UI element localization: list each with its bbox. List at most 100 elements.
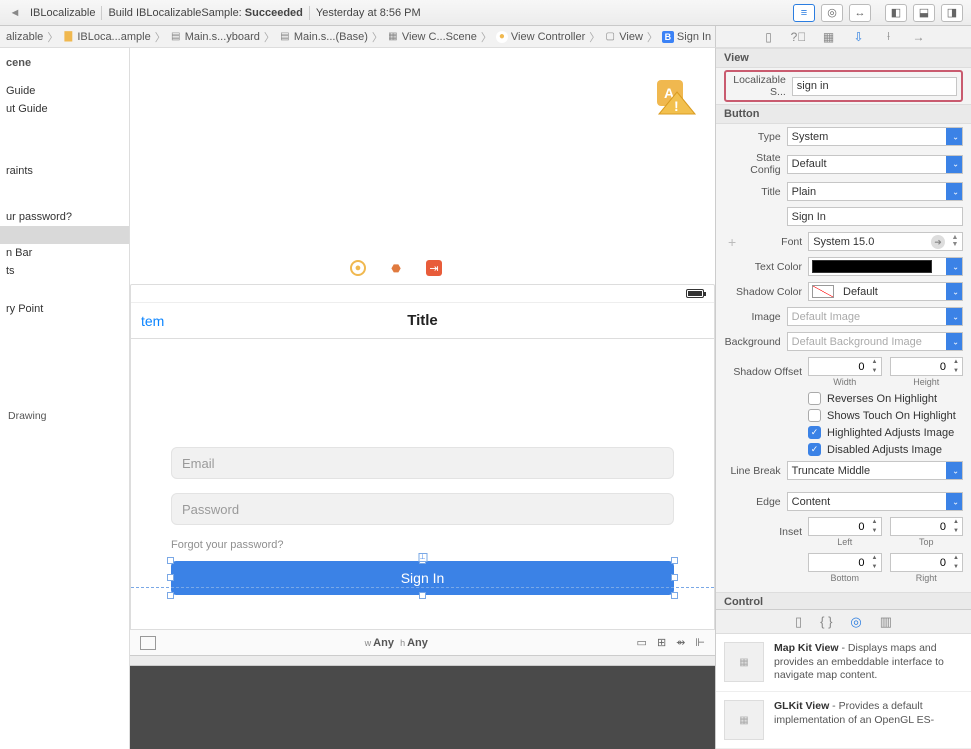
identity-inspector-icon[interactable]: ▦ (821, 29, 837, 45)
debug-area[interactable] (130, 665, 715, 749)
back-arrow-icon[interactable]: ◄ (8, 7, 22, 19)
library-tabs: ▯ { } ◎ ▥ (716, 609, 971, 633)
divider (309, 6, 310, 20)
inspector-panel: View Localizable S... Button Type System… (715, 48, 971, 749)
exit-dock-icon[interactable]: ⇥ (426, 260, 442, 276)
scene-dock[interactable]: ● ⬣ ⇥ (350, 260, 442, 276)
password-field[interactable]: Password (171, 493, 674, 525)
outline-row[interactable]: ts (0, 262, 129, 280)
edge-select[interactable]: Content⌄ (787, 492, 963, 511)
localizable-string-highlight: Localizable S... (724, 70, 963, 102)
code-snippet-lib-icon[interactable]: { } (820, 614, 832, 629)
control-section-header: Control (716, 592, 971, 609)
view-icon: ▢ (604, 31, 616, 43)
build-timestamp: Yesterday at 8:56 PM (316, 7, 421, 19)
image-select[interactable]: Default Image⌄ (787, 307, 963, 326)
mapkit-icon: ▦ (724, 642, 764, 682)
divider (101, 6, 102, 20)
top-toolbar: ◄ IBLocalizable Build IBLocalizableSampl… (0, 0, 971, 26)
outline-row[interactable]: raints (0, 162, 129, 180)
outline-toggle-icon[interactable] (140, 636, 156, 650)
object-lib-icon[interactable]: ◎ (850, 614, 861, 630)
outline-row-selected[interactable] (0, 226, 129, 244)
quickhelp-inspector-icon[interactable]: ?⃝ (791, 29, 807, 45)
ib-canvas[interactable]: A ! ● ⬣ ⇥ tem Title Email Passwor (130, 48, 715, 629)
assistant-editor-icon[interactable]: ◎ (821, 4, 843, 22)
localization-warning-icon: A ! (655, 78, 699, 116)
state-config-select[interactable]: Default⌄ (787, 155, 963, 174)
svg-text:!: ! (674, 98, 679, 114)
storyboard-icon: ▤ (170, 31, 182, 43)
outline-row[interactable]: ur password? (0, 208, 129, 226)
email-field[interactable]: Email (171, 447, 674, 479)
battery-icon (686, 289, 704, 298)
localizable-string-input[interactable] (792, 77, 957, 96)
library-item[interactable]: ▦ GLKit View - Provides a default implem… (716, 692, 971, 749)
build-status: IBLocalizable Build IBLocalizableSample:… (30, 6, 785, 20)
status-bar (131, 285, 714, 303)
title-mode-select[interactable]: Plain⌄ (787, 182, 963, 201)
disabled-adjusts-checkbox[interactable]: ✓ (808, 443, 821, 456)
outline-row[interactable]: Guide (0, 82, 129, 100)
button-icon: B (662, 31, 674, 43)
highlighted-adjusts-checkbox[interactable]: ✓ (808, 426, 821, 439)
object-library[interactable]: ▦ Map Kit View - Displays maps and provi… (716, 633, 971, 749)
outline-scene-heading[interactable]: cene (0, 54, 129, 72)
attributes-inspector-icon[interactable]: ⇩ (851, 29, 867, 45)
outline-row[interactable]: n Bar (0, 244, 129, 262)
jump-bar[interactable]: alizable〉 ▇IBLoca...ample〉 ▤Main.s...ybo… (0, 26, 715, 48)
reverses-checkbox[interactable] (808, 392, 821, 405)
shadow-color-well[interactable]: Default⌄ (808, 282, 963, 301)
navigation-bar[interactable]: tem Title (131, 303, 714, 339)
font-add-icon[interactable]: + (724, 234, 740, 250)
size-class-control[interactable]: wAny hAny (365, 637, 428, 649)
text-color-well[interactable]: ⌄ (808, 257, 963, 276)
nav-back-item[interactable]: tem (141, 313, 164, 329)
viewcontroller-dock-icon[interactable]: ● (350, 260, 366, 276)
canvas-column: A ! ● ⬣ ⇥ tem Title Email Passwor (130, 48, 715, 749)
right-panel-toggle-icon[interactable]: ◨ (941, 4, 963, 22)
editor-gap (130, 655, 715, 665)
view-section-header: View (716, 48, 971, 68)
viewcontroller-icon: ● (496, 31, 508, 43)
firstresponder-dock-icon[interactable]: ⬣ (388, 260, 404, 276)
type-select[interactable]: System⌄ (787, 127, 963, 146)
media-lib-icon[interactable]: ▥ (880, 614, 892, 630)
resize-tool-icon[interactable]: ⊩ (695, 636, 705, 649)
connections-inspector-icon[interactable]: → (911, 29, 927, 45)
align-tool-icon[interactable]: ▭ (637, 636, 647, 649)
library-item[interactable]: ▦ Map Kit View - Displays maps and provi… (716, 634, 971, 692)
nav-title[interactable]: Title (407, 312, 438, 329)
localizable-label: Localizable S... (730, 74, 786, 98)
standard-editor-icon[interactable]: ≡ (793, 4, 815, 22)
shows-touch-checkbox[interactable] (808, 409, 821, 422)
inspector-tabs: ▯ ?⃝ ▦ ⇩ ⟊ → (715, 26, 971, 48)
background-select[interactable]: Default Background Image⌄ (787, 332, 963, 351)
title-text-input[interactable] (787, 207, 963, 226)
outline-row[interactable]: ry Point (0, 300, 129, 318)
glkit-icon: ▦ (724, 700, 764, 740)
bottom-panel-toggle-icon[interactable]: ⬓ (913, 4, 935, 22)
outline-row[interactable]: ut Guide (0, 100, 129, 118)
project-name: IBLocalizable (30, 7, 95, 19)
scene-view[interactable]: tem Title Email Password Forgot your pas… (130, 284, 715, 629)
storyboard-icon: ▤ (279, 31, 291, 43)
file-inspector-icon[interactable]: ▯ (761, 29, 777, 45)
button-section-header: Button (716, 104, 971, 124)
linebreak-select[interactable]: Truncate Middle⌄ (787, 461, 963, 480)
pin-tool-icon[interactable]: ⊞ (657, 636, 666, 649)
left-panel-toggle-icon[interactable]: ◧ (885, 4, 907, 22)
scene-icon: ▦ (387, 31, 399, 43)
forgot-password-label[interactable]: Forgot your password? (171, 539, 674, 551)
font-picker-icon[interactable]: ➜ (931, 235, 945, 249)
file-template-lib-icon[interactable]: ▯ (795, 614, 802, 630)
resolve-tool-icon[interactable]: ⇴ (676, 636, 685, 649)
document-outline[interactable]: cene Guide ut Guide raints ur password? … (0, 48, 130, 749)
version-editor-icon[interactable]: ↔ (849, 4, 871, 22)
size-inspector-icon[interactable]: ⟊ (881, 29, 897, 45)
folder-icon: ▇ (62, 31, 74, 43)
build-status-text: Build IBLocalizableSample: Succeeded (108, 7, 302, 19)
measurement-handle: ⊥ (418, 553, 427, 562)
signin-button[interactable]: Sign In (171, 561, 674, 595)
canvas-footer: wAny hAny ▭ ⊞ ⇴ ⊩ (130, 629, 715, 655)
